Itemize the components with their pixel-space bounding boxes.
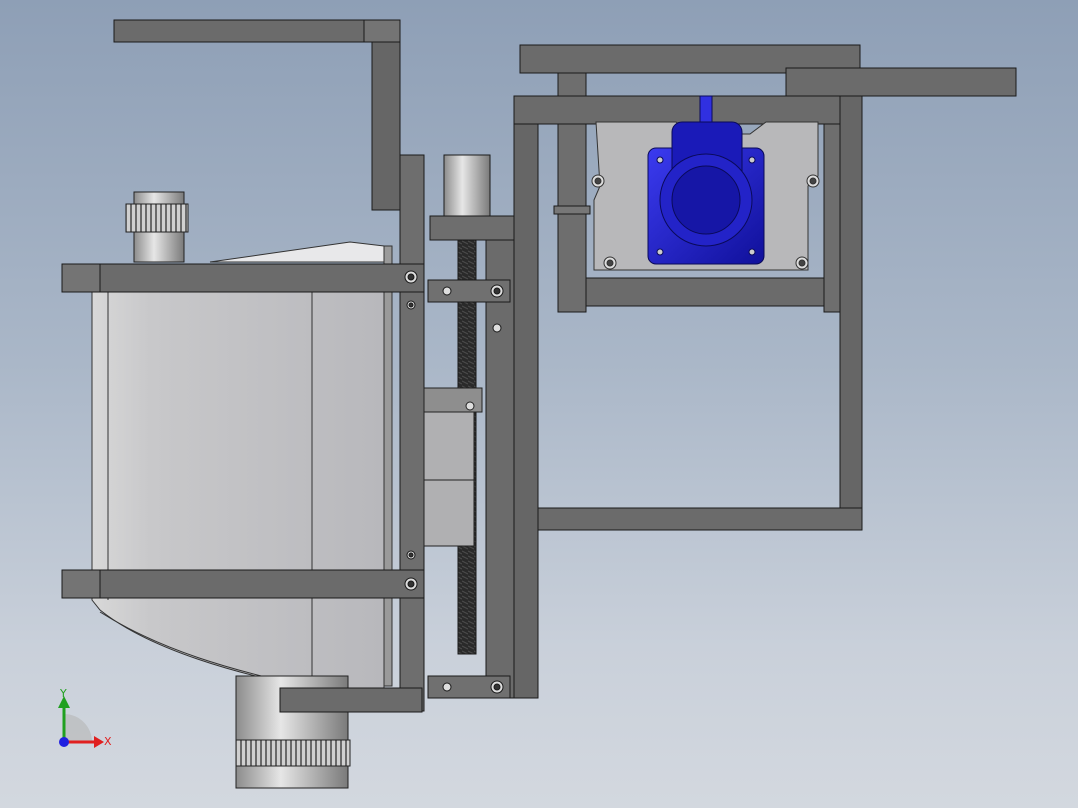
top-left-arm[interactable] — [113, 19, 401, 211]
axis-triad: Y X — [58, 687, 112, 748]
cad-model-view[interactable]: Y X — [0, 0, 1078, 808]
base-plate[interactable] — [279, 687, 423, 713]
graphics-viewport[interactable]: Y X — [0, 0, 1078, 808]
x-axis-label: X — [104, 735, 112, 748]
slider-block[interactable] — [423, 387, 483, 547]
y-axis-label: Y — [59, 687, 67, 700]
top-knob[interactable] — [125, 191, 189, 263]
right-frame[interactable] — [513, 44, 1017, 531]
vertical-plate[interactable] — [399, 154, 425, 712]
motor-housing[interactable] — [91, 241, 393, 689]
z-axis-dot — [59, 737, 69, 747]
